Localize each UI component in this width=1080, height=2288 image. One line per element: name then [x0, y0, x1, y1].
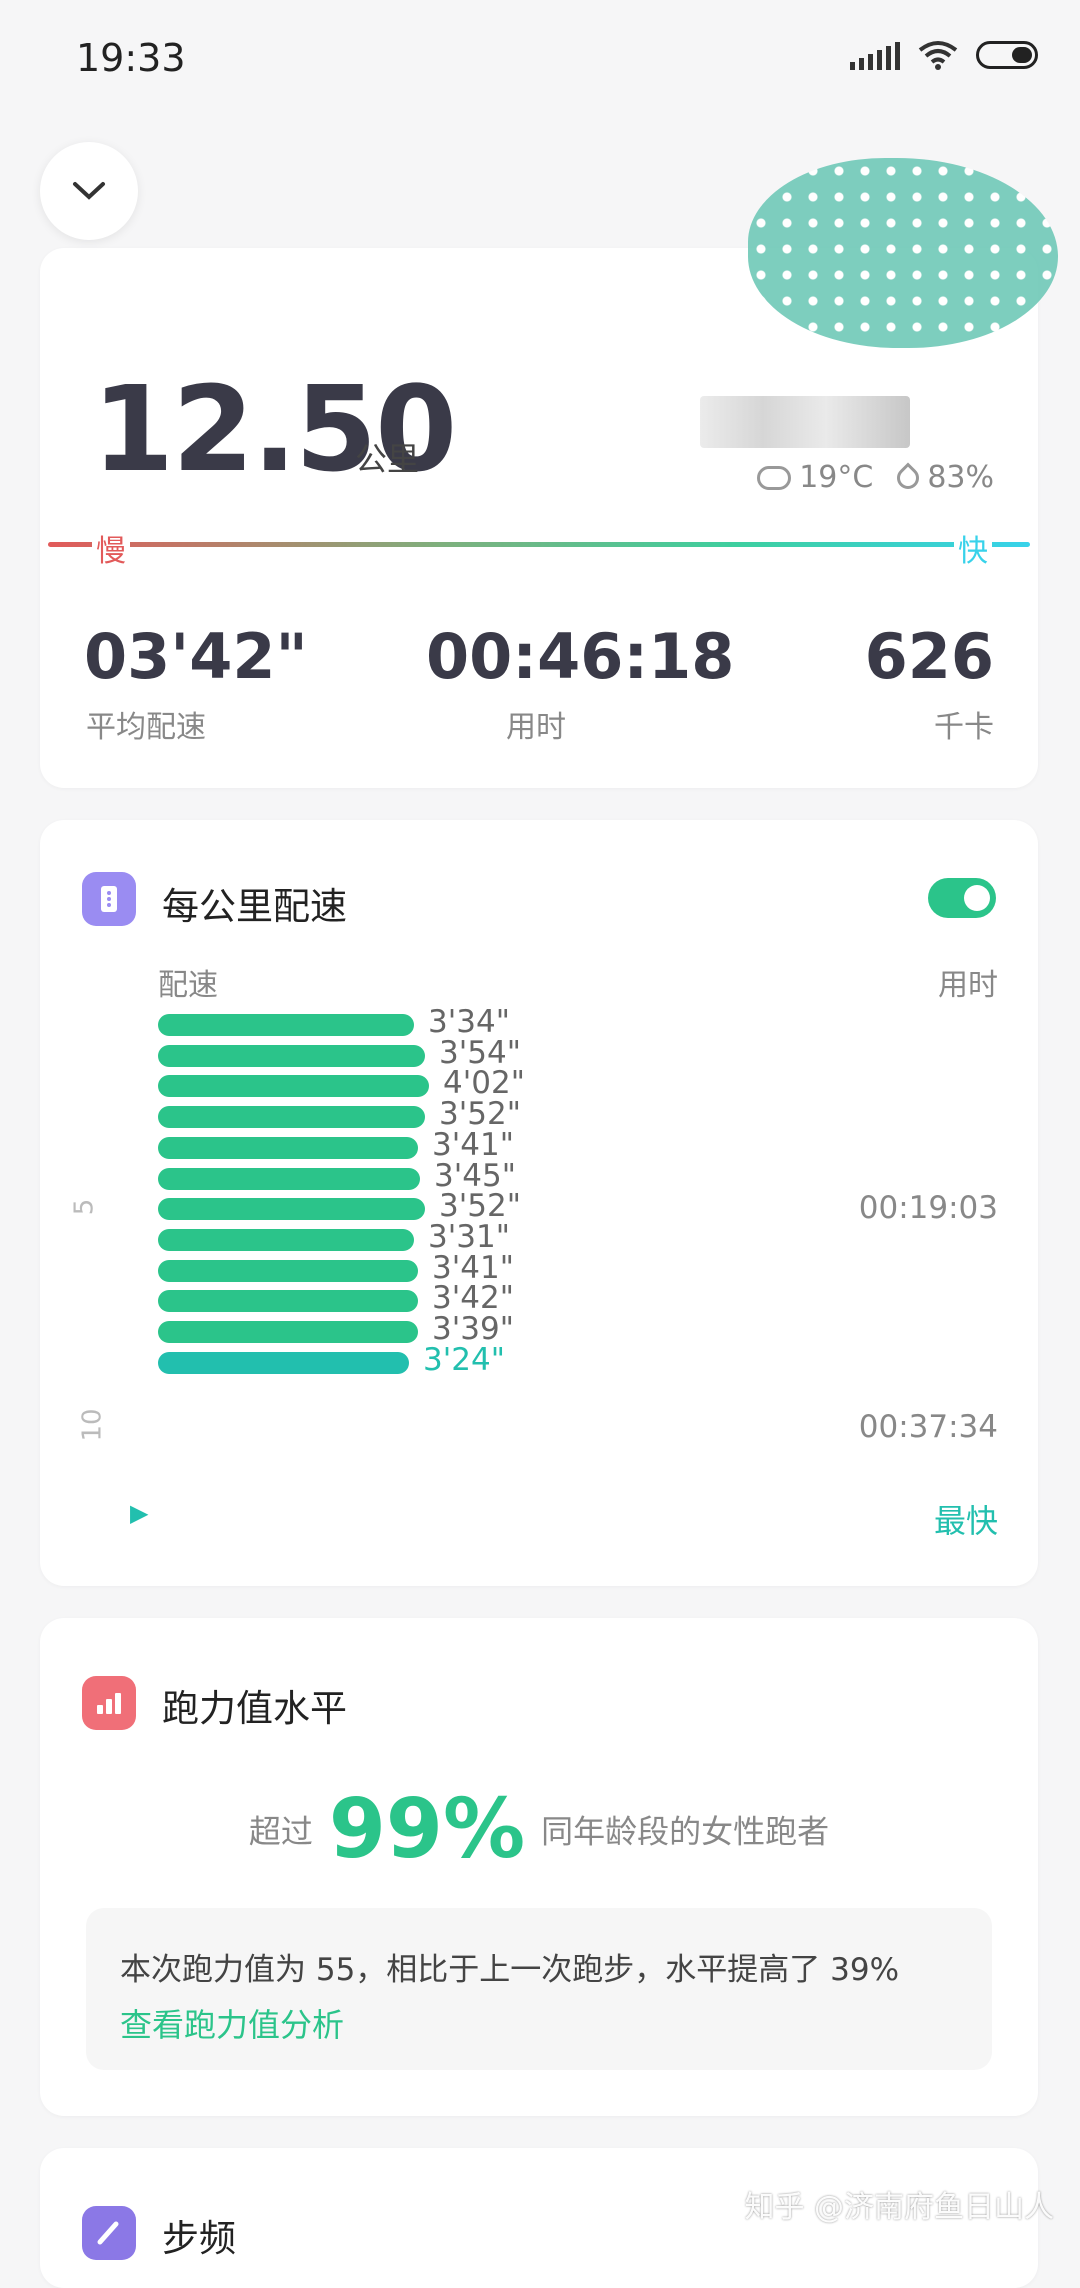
time-column-header: 用时 [938, 968, 998, 1003]
split-bar [158, 1259, 418, 1282]
split-bar [158, 1321, 418, 1343]
level-description: 本次跑力值为 55，相比于上一次跑步，水平提高了 39% [120, 1952, 900, 1988]
speed-icon [82, 872, 136, 926]
temperature: 19°C [799, 460, 874, 495]
pace-card-title: 每公里配速 [162, 885, 347, 928]
humidity-icon [892, 461, 924, 494]
status-icons [850, 40, 1038, 70]
collapse-button[interactable] [40, 142, 138, 240]
cumulative-time-10km: 00:37:34 [858, 1409, 998, 1445]
duration-value: 00:46:18 [426, 620, 735, 693]
fastest-label: 最快 [933, 1502, 998, 1540]
split-bar [158, 1167, 420, 1190]
date-redacted [700, 396, 910, 448]
km-mark-10: 10 [77, 1408, 108, 1442]
split-bar [158, 1228, 414, 1251]
cadence-card-title: 步频 [162, 2217, 236, 2260]
bar-chart-icon [82, 1676, 136, 1730]
pace-per-km-card: 每公里配速 配速 用时 3'34" 3'54" 4'02" 3'52" 3'41" 3'4… [40, 820, 1038, 1586]
pace-column-header: 配速 [158, 968, 218, 1003]
pace-fast-label: 快 [954, 526, 992, 570]
battery-icon [976, 41, 1038, 69]
decorative-badge [748, 158, 1058, 348]
avg-pace-value: 03'42" [84, 620, 308, 693]
avg-pace-label: 平均配速 [86, 710, 206, 745]
cloud-icon [757, 465, 792, 490]
level-suffix: 同年龄段的女性跑者 [541, 1812, 830, 1851]
signal-icon [850, 40, 900, 70]
level-prefix: 超过 [248, 1812, 313, 1851]
split-bar [158, 1290, 418, 1313]
split-bar [158, 1075, 429, 1098]
chevron-down-icon [73, 182, 105, 200]
pace-toggle[interactable] [928, 878, 996, 918]
summary-card: 12.50 公里 19°C 83% 慢 快 03'42" 平均配速 00:46:… [40, 158, 1058, 788]
split-bar [158, 1106, 425, 1129]
watermark: 知乎 @济南府鱼日山人 [744, 2190, 1054, 2225]
cumulative-time-5km: 00:19:03 [858, 1190, 998, 1226]
calories-label: 千卡 [934, 710, 994, 745]
view-analysis-link[interactable]: 查看跑力值分析 [120, 2000, 344, 2046]
level-detail-box: 本次跑力值为 55，相比于上一次跑步，水平提高了 39% 查看跑力值分析 [86, 1908, 992, 2070]
level-percent: 99% [328, 1782, 526, 1877]
split-bar [158, 1014, 414, 1036]
pace-gradient-bar [48, 542, 1030, 547]
weather-info: 19°C 83% [757, 460, 994, 495]
pace-slow-label: 慢 [92, 526, 130, 570]
split-bar [158, 1136, 418, 1159]
duration-label: 用时 [506, 710, 566, 745]
split-bar [158, 1044, 425, 1067]
distance-unit: 公里 [355, 440, 420, 478]
km-mark-5: 5 [69, 1198, 100, 1216]
fastest-marker-icon: ▶ [130, 1499, 149, 1527]
calories-value: 626 [864, 620, 994, 693]
split-bar [158, 1351, 409, 1374]
footprint-icon [82, 2206, 136, 2260]
split-bar [158, 1198, 425, 1221]
status-time: 19:33 [76, 36, 186, 80]
level-summary: 超过 99% 同年龄段的女性跑者 [40, 1782, 1038, 1877]
level-card-title: 跑力值水平 [162, 1687, 347, 1730]
wifi-icon [918, 41, 958, 70]
humidity: 83% [927, 460, 994, 495]
running-level-card: 跑力值水平 超过 99% 同年龄段的女性跑者 本次跑力值为 55，相比于上一次跑步，… [40, 1618, 1038, 2116]
split-pace: 3'24" [423, 1341, 505, 1378]
